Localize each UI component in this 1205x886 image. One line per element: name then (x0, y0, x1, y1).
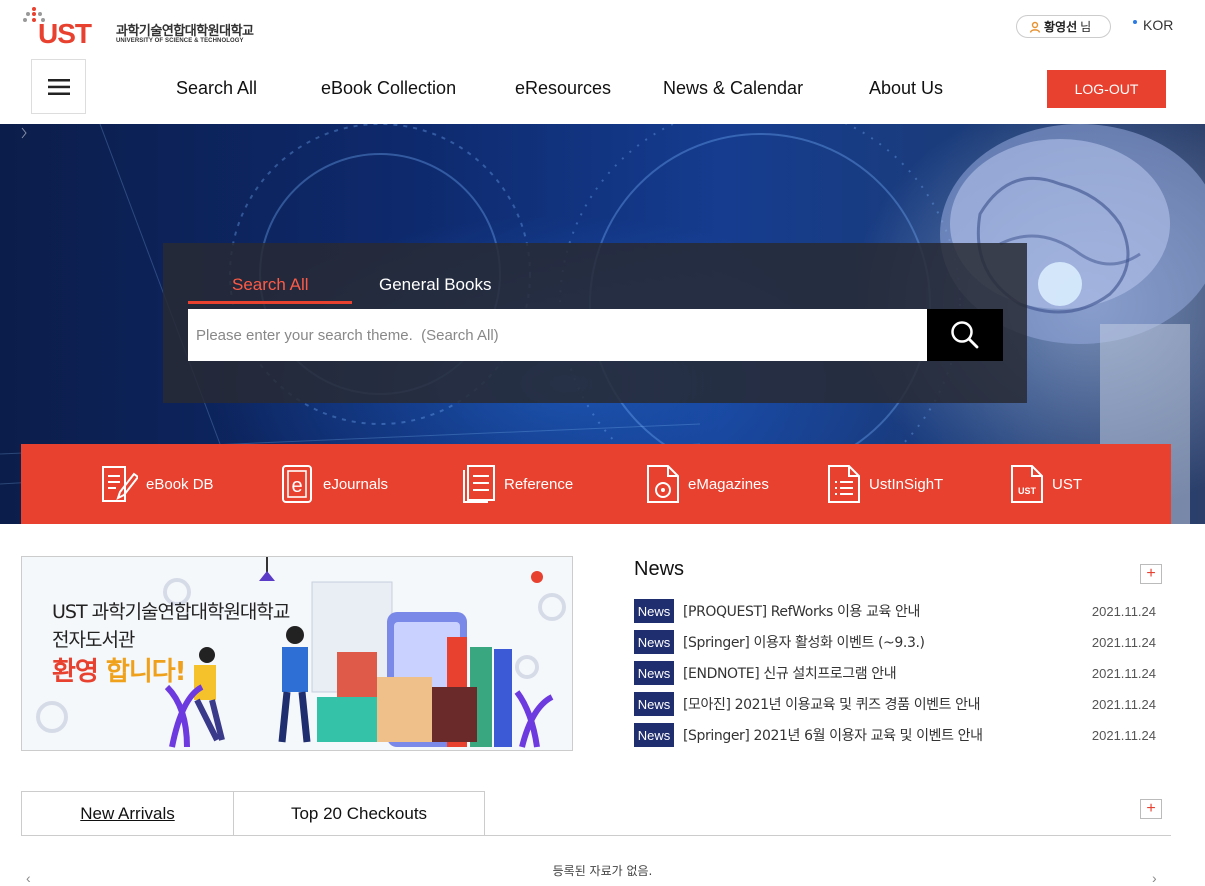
hamburger-icon (47, 78, 70, 95)
news-badge: News (634, 599, 674, 623)
news-item-date: 2021.11.24 (1091, 665, 1156, 681)
language-switch[interactable]: KOR (1133, 17, 1173, 33)
user-menu[interactable]: 황영선 님 (1016, 15, 1111, 38)
quick-link-label: eMagazines (688, 475, 769, 493)
news-item[interactable]: News [Springer] 이용자 활성화 이벤트 (~9.3.) 2021… (634, 630, 1156, 654)
tab-top-20-checkouts[interactable]: Top 20 Checkouts (234, 792, 484, 835)
news-item-date: 2021.11.24 (1091, 696, 1156, 712)
emagazines-icon (647, 465, 679, 503)
quick-link-ejournals[interactable]: e eJournals (281, 463, 388, 505)
menu-button[interactable] (31, 59, 86, 114)
news-item-date: 2021.11.24 (1091, 634, 1156, 650)
next-arrow-icon[interactable]: › (1152, 870, 1157, 886)
quick-links-bar: eBook DB e eJournals Reference eMagazine… (21, 444, 1171, 524)
news-item-title[interactable]: [Springer] 이용자 활성화 이벤트 (~9.3.) (683, 632, 1092, 652)
quick-link-label: Reference (504, 475, 574, 493)
news-item-date: 2021.11.24 (1091, 603, 1156, 619)
logo-english: UNIVERSITY OF SCIENCE & TECHNOLOGY (116, 38, 244, 44)
search-icon (951, 321, 979, 349)
logo-korean: 과학기술연합대학원대학교 (116, 24, 254, 39)
quick-link-ustinsight[interactable]: UstInSighT (827, 463, 943, 505)
news-item[interactable]: News [모아진] 2021년 이용교육 및 퀴즈 경품 이벤트 안내 202… (634, 692, 1156, 716)
site-logo[interactable]: UST 과학기술연합대학원대학교 UNIVERSITY OF SCIENCE &… (22, 6, 272, 49)
svg-text:UST: UST (1018, 486, 1037, 496)
quick-link-label: eJournals (323, 475, 389, 493)
quick-link-label: UST (1052, 475, 1082, 493)
nav-eresources[interactable]: eResources (515, 78, 611, 99)
ebook-db-icon (102, 466, 138, 502)
ust-doc-icon: UST (1011, 465, 1043, 503)
svg-text:e: e (291, 475, 302, 497)
quick-link-label: UstInSighT (869, 475, 944, 493)
banner-line-2: 전자도서관 (52, 629, 135, 651)
books-more-button[interactable]: + (1140, 799, 1162, 819)
search-button[interactable] (927, 309, 1003, 361)
bullet-icon (1133, 20, 1137, 24)
nav-search-all[interactable]: Search All (176, 78, 257, 99)
news-badge: News (634, 723, 674, 747)
tab-general-books[interactable]: General Books (379, 275, 491, 295)
news-badge: News (634, 661, 674, 685)
news-item-title[interactable]: [PROQUEST] RefWorks 이용 교육 안내 (683, 601, 1092, 621)
news-item-title[interactable]: [모아진] 2021년 이용교육 및 퀴즈 경품 이벤트 안내 (683, 694, 1092, 714)
tab-divider-line (485, 835, 1171, 836)
banner-welcome-suffix: 합니다! (105, 657, 187, 687)
quick-link-ust[interactable]: UST UST (1010, 463, 1082, 505)
logo-text: UST (38, 18, 92, 49)
news-item-title[interactable]: [Springer] 2021년 6월 이용자 교육 및 이벤트 안내 (683, 725, 1092, 745)
nav-about-us[interactable]: About Us (869, 78, 943, 99)
logout-button[interactable]: LOG-OUT (1047, 70, 1166, 108)
quick-link-ebook-db[interactable]: eBook DB (100, 463, 214, 505)
news-heading: News (634, 558, 685, 580)
news-badge: News (634, 692, 674, 716)
tab-search-all[interactable]: Search All (232, 275, 309, 295)
quick-link-reference[interactable]: Reference (462, 463, 573, 505)
quick-link-emagazines[interactable]: eMagazines (646, 463, 769, 505)
reference-icon (463, 465, 495, 503)
prev-arrow-icon[interactable]: ‹ (26, 870, 31, 886)
user-suffix: 님 (1080, 20, 1092, 34)
search-input[interactable] (188, 309, 928, 361)
book-tabs: New Arrivals Top 20 Checkouts (21, 791, 485, 836)
language-label: KOR (1143, 17, 1174, 33)
nav-ebook-collection[interactable]: eBook Collection (321, 78, 456, 99)
active-tab-indicator (188, 301, 352, 304)
quick-link-label: eBook DB (146, 475, 214, 493)
news-item[interactable]: News [Springer] 2021년 6월 이용자 교육 및 이벤트 안내… (634, 723, 1156, 747)
banner-welcome-word: 환영 (52, 657, 99, 687)
search-panel: Search All General Books (163, 243, 1027, 403)
ustinsight-icon (828, 465, 860, 503)
nav-news-calendar[interactable]: News & Calendar (663, 78, 803, 99)
ejournals-icon: e (282, 465, 312, 503)
welcome-banner[interactable]: UST 과학기술연합대학원대학교 전자도서관 환영 합니다! (21, 556, 573, 751)
news-item[interactable]: News [ENDNOTE] 신규 설치프로그램 안내 2021.11.24 (634, 661, 1156, 685)
news-item-title[interactable]: [ENDNOTE] 신규 설치프로그램 안내 (683, 663, 1092, 683)
news-item[interactable]: News [PROQUEST] RefWorks 이용 교육 안내 2021.1… (634, 599, 1156, 623)
user-name: 황영선 (1044, 20, 1078, 34)
banner-line-1: UST 과학기술연합대학원대학교 (52, 601, 290, 623)
banner-line-3: 환영 합니다! (52, 651, 187, 688)
news-badge: News (634, 630, 674, 654)
news-item-date: 2021.11.24 (1091, 727, 1156, 743)
tab-new-arrivals[interactable]: New Arrivals (22, 792, 234, 835)
empty-message: 등록된 자료가 없음. (552, 864, 653, 878)
news-more-button[interactable]: + (1140, 564, 1162, 584)
user-icon (1029, 21, 1041, 33)
